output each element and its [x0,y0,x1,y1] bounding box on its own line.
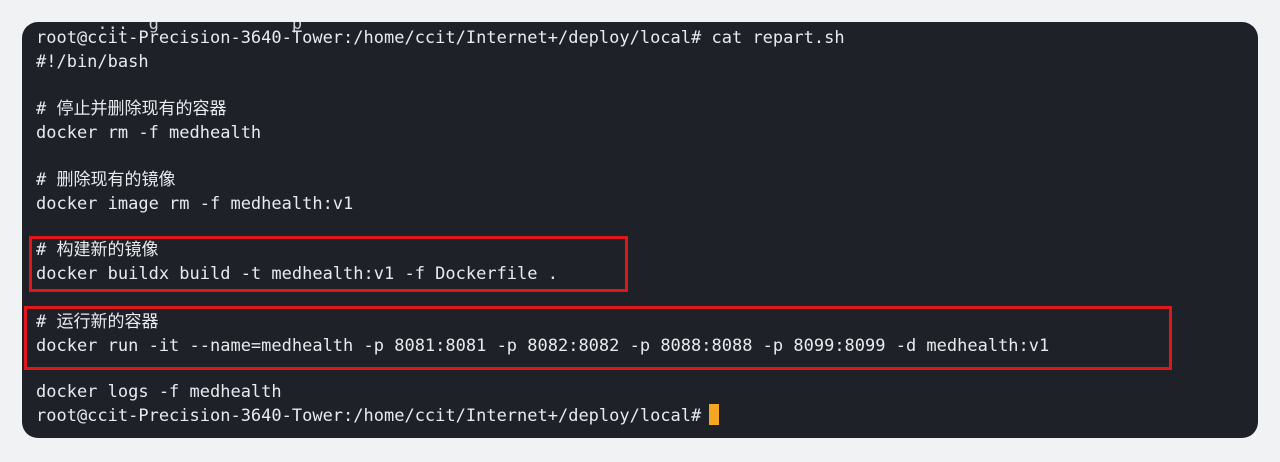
highlight-box-run [24,306,1172,370]
comment-stop-remove-container: # 停止并删除现有的容器 [36,99,227,119]
shell-prompt: root@ccit-Precision-3640-Tower:/home/cci… [36,406,702,426]
command-line-cat: root@ccit-Precision-3640-Tower:/home/cci… [36,28,845,48]
text-cursor [709,404,720,425]
comment-remove-image: # 删除现有的镜像 [36,170,176,190]
docker-rm-command: docker rm -f medhealth [36,123,262,143]
docker-logs-command: docker logs -f medhealth [36,382,282,402]
terminal-window[interactable]: ... g p root@ccit-Precision-3640-Tower:/… [22,22,1258,438]
highlight-box-build [29,236,628,292]
docker-image-rm-command: docker image rm -f medhealth:v1 [36,194,354,214]
shebang-line: #!/bin/bash [36,52,149,72]
shell-prompt-line[interactable]: root@ccit-Precision-3640-Tower:/home/cci… [36,404,720,428]
